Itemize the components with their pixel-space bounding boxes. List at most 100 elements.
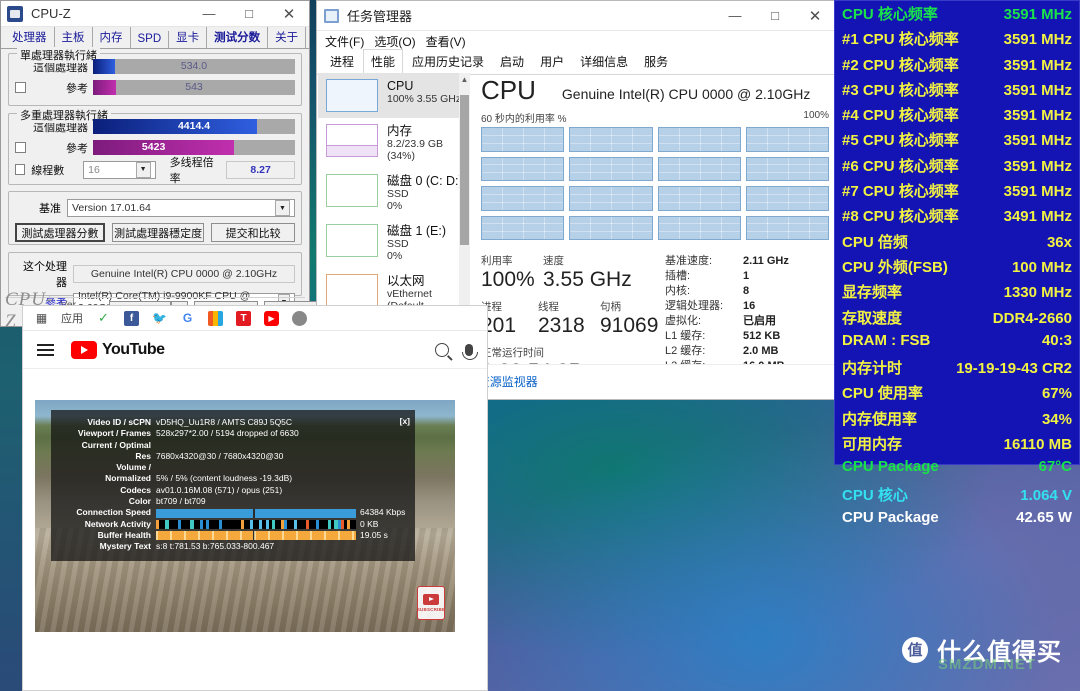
logical-processor-cell: [481, 186, 565, 211]
osd-row-label: 可用内存: [842, 436, 903, 454]
globe-bookmark-icon[interactable]: [292, 310, 307, 326]
tab-memory[interactable]: 内存: [93, 27, 131, 48]
osd-row-label: 显存频率: [842, 284, 903, 302]
chevron-down-icon[interactable]: ▼: [135, 161, 151, 178]
handles-value: 91069: [600, 314, 659, 337]
hamburger-menu-icon[interactable]: [37, 341, 54, 359]
logical-processor-cell: [657, 156, 741, 181]
logical-processor-cell: [657, 186, 741, 211]
menu-view[interactable]: 查看(V): [426, 33, 466, 50]
cpu-detail-key: 插槽:: [665, 270, 691, 282]
sidebar-disk1-name: 磁盘 1 (E:): [387, 224, 447, 238]
bench-score-button[interactable]: 測試處理器分數: [15, 223, 105, 242]
cpu-detail-key: 内核:: [665, 285, 691, 297]
google-bookmark-icon[interactable]: G: [180, 311, 195, 326]
single-thread-group: 單處理器執行緒 這個處理器 534.0 參考 543: [8, 47, 302, 106]
multi-thread-threads-row: 線程數 16 ▼ 多线程倍率 8.27: [15, 157, 295, 185]
cpu-detail-key: 基准速度:: [665, 255, 713, 267]
cpu-heading: CPU: [481, 75, 536, 105]
t-bookmark-icon[interactable]: T: [236, 310, 251, 326]
stats-row-value: bt709 / bt709: [156, 496, 206, 507]
youtube-bookmark-icon[interactable]: ▶: [264, 310, 279, 326]
threads-select[interactable]: 16 ▼: [83, 160, 156, 179]
stats-row-value: vD5HQ_Uu1R8 / AMTS C89J 5Q5C: [156, 417, 293, 427]
tab-graphics[interactable]: 显卡: [169, 27, 208, 48]
sidebar-item-disk1[interactable]: 磁盘 1 (E:) SSD 0%: [318, 218, 470, 268]
tab-users[interactable]: 用户: [533, 50, 571, 74]
scroll-up-icon[interactable]: ▲: [459, 73, 470, 86]
shopping-bookmark-icon[interactable]: [208, 310, 223, 326]
tab-processor[interactable]: 处理器: [5, 27, 55, 48]
taskmgr-tabbar: 进程 性能 应用历史记录 启动 用户 详细信息 服务: [317, 49, 835, 75]
search-icon[interactable]: [435, 342, 449, 357]
threads-checkbox[interactable]: [15, 164, 26, 175]
subscribe-watermark[interactable]: SUBSCRIBE: [417, 586, 445, 620]
multiplier-value: 8.27: [226, 160, 295, 179]
tab-mainboard[interactable]: 主板: [55, 27, 93, 48]
chrome-window: ▦ 应用 ✓ f 🐦 G T ▶ YouTube [x] Video ID / …: [22, 305, 488, 691]
sidebar-item-disk0[interactable]: 磁盘 0 (C: D:) SSD 0%: [318, 168, 470, 218]
apps-label[interactable]: 应用: [61, 310, 83, 326]
utilization-label: 利用率: [481, 255, 513, 267]
stats-close-icon[interactable]: [x]: [400, 416, 410, 427]
tab-details[interactable]: 详细信息: [573, 50, 635, 74]
scrollbar-thumb[interactable]: [460, 95, 469, 245]
multi-thread-ref-checkbox[interactable]: [15, 142, 26, 153]
cpu-detail-value: 8: [743, 285, 750, 297]
sidebar-item-cpu[interactable]: CPU 100% 3.55 GHz: [318, 73, 470, 118]
osd-row: #7 CPU 核心频率 3591 MHz: [842, 180, 1072, 205]
microphone-icon[interactable]: [462, 343, 478, 360]
osd-row: CPU Package 67°C: [842, 458, 1072, 483]
taskmgr-close-icon[interactable]: ✕: [795, 1, 835, 31]
chevron-down-icon[interactable]: ▼: [275, 200, 290, 216]
osd-row-label: CPU Package: [842, 458, 939, 476]
threads-label: 線程數: [31, 164, 65, 177]
tab-spd[interactable]: SPD: [131, 31, 170, 48]
cpu-detail-value: 16: [743, 300, 756, 312]
logical-processor-cell: [657, 127, 741, 152]
bench-version-value: Version 17.01.64: [72, 202, 151, 214]
cpu-detail-value: 已启用: [743, 315, 776, 327]
tab-about[interactable]: 关于: [268, 27, 307, 48]
taskmgr-maximize-icon[interactable]: □: [755, 1, 795, 31]
tab-bench[interactable]: 测试分数: [207, 27, 269, 48]
memory-thumbnail-graph: [326, 124, 378, 157]
multi-thread-ref-value: 5423: [141, 141, 166, 153]
cpuz-maximize-icon[interactable]: □: [229, 0, 269, 29]
facebook-bookmark-icon[interactable]: f: [124, 310, 139, 326]
osd-row: DRAM : FSB 40:3: [842, 332, 1072, 357]
taskmgr-minimize-icon[interactable]: —: [715, 1, 755, 31]
osd-row-value: 67%: [1041, 385, 1072, 403]
tab-startup[interactable]: 启动: [493, 50, 531, 74]
buffer-health-label: Buffer Health: [97, 529, 151, 540]
twitter-bookmark-icon[interactable]: 🐦: [152, 311, 167, 326]
single-thread-ref-checkbox[interactable]: [15, 82, 26, 93]
bench-version-select[interactable]: Version 17.01.64 ▼: [67, 199, 295, 217]
bench-submit-button[interactable]: 提交和比较: [211, 223, 295, 242]
cpuz-app-icon: [7, 5, 23, 22]
bench-stability-button[interactable]: 測試處理器穩定度: [112, 223, 205, 242]
logical-processor-cell: [745, 215, 829, 240]
osd-row-value: 34%: [1041, 410, 1072, 428]
tab-performance[interactable]: 性能: [363, 49, 404, 75]
cpuz-close-icon[interactable]: ✕: [269, 0, 309, 29]
osd-row-label: CPU 核心频率: [842, 6, 938, 23]
tab-processes[interactable]: 进程: [323, 50, 361, 74]
checkmark-bookmark-icon[interactable]: ✓: [96, 310, 111, 326]
osd-row-value: 67°C: [1038, 458, 1072, 476]
menu-options[interactable]: 选项(O): [374, 33, 415, 50]
sidebar-disk0-type: SSD: [387, 188, 409, 200]
apps-grid-icon[interactable]: ▦: [33, 311, 48, 326]
single-thread-ref-value: 543: [185, 81, 203, 93]
cpuz-window: CPU-Z — □ ✕ 处理器 主板 内存 SPD 显卡 测试分数 关于 單處理…: [0, 0, 331, 332]
tab-app-history[interactable]: 应用历史记录: [405, 50, 491, 74]
video-player[interactable]: [x] Video ID / sCPN vD5HQ_Uu1R8 / AMTS C8…: [35, 400, 455, 632]
tab-services[interactable]: 服务: [637, 50, 675, 74]
osd-row: #6 CPU 核心频率 3591 MHz: [842, 155, 1072, 180]
youtube-logo[interactable]: YouTube: [71, 340, 165, 359]
sidebar-item-memory[interactable]: 内存 8.2/23.9 GB (34%): [318, 118, 470, 168]
menu-file[interactable]: 文件(F): [325, 33, 364, 50]
taskmgr-main-panel: CPU Genuine Intel(R) CPU 0000 @ 2.10GHz …: [479, 73, 833, 383]
logical-processor-cell: [745, 156, 829, 181]
cpuz-minimize-icon[interactable]: —: [189, 0, 229, 29]
